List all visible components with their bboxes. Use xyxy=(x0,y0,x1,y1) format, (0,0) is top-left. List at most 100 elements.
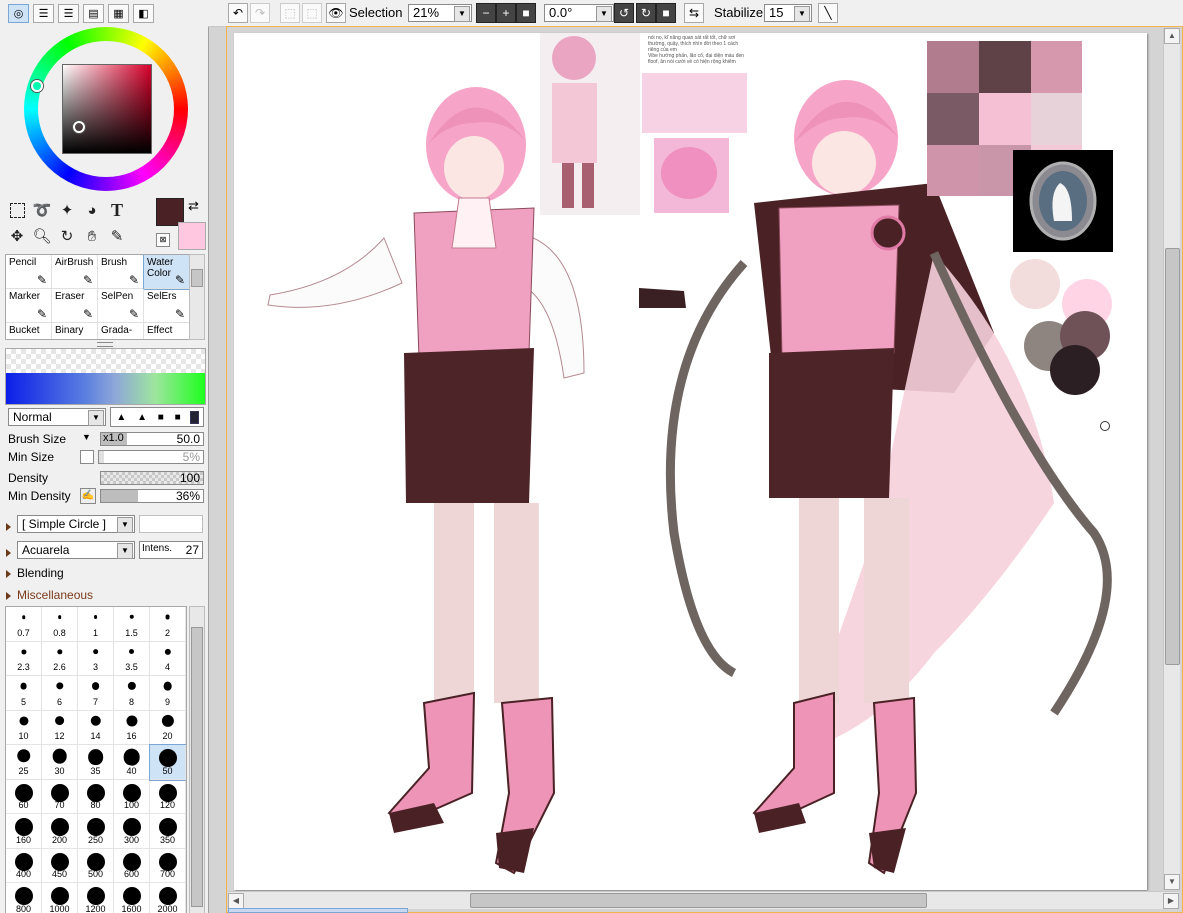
panel-resize-handle[interactable] xyxy=(97,342,113,347)
rotate-icon[interactable]: ↻ xyxy=(56,225,78,247)
eyedropper-icon[interactable]: ✎ xyxy=(106,225,128,247)
fill-select-icon[interactable]: ◕ xyxy=(81,199,103,221)
scroll-left-icon[interactable]: ◀ xyxy=(228,893,244,909)
brush-pencil[interactable]: Pencil ✎ xyxy=(6,255,52,289)
scratchpad-preview[interactable] xyxy=(5,348,206,405)
brush-size-option[interactable]: 16 xyxy=(114,710,150,745)
hue-knob[interactable] xyxy=(31,80,43,92)
texture-select[interactable]: Acuarela ▼ xyxy=(17,541,135,559)
rotation-select[interactable]: 0.0° ▼ xyxy=(544,4,614,22)
brush-shape-presets[interactable]: ▲ ▲ ■ ■ ■ xyxy=(110,407,204,427)
zoom-select[interactable]: 21% ▼ xyxy=(408,4,472,22)
brush-size-option[interactable]: 30 xyxy=(42,745,78,780)
brush-size-option[interactable]: 2.3 xyxy=(6,641,42,676)
rgb-slider-tab-icon[interactable]: ☰ xyxy=(33,4,54,23)
brush-size-option[interactable]: 14 xyxy=(78,710,114,745)
zoom-icon[interactable]: 🔍︎ xyxy=(31,225,53,247)
brush-size-option[interactable]: 1200 xyxy=(78,883,114,913)
text-icon[interactable]: T xyxy=(106,199,128,221)
brush-size-option[interactable]: 1000 xyxy=(42,883,78,913)
rect-select-icon[interactable] xyxy=(6,199,28,221)
vertical-scrollbar[interactable]: ▲ ▼ xyxy=(1163,28,1180,890)
user-color-tab-icon[interactable]: ▦ xyxy=(108,4,129,23)
brush-size-option[interactable]: 1600 xyxy=(114,883,150,913)
brush-size-option[interactable]: 70 xyxy=(42,779,78,814)
brush-binary[interactable]: Binary✎ xyxy=(52,323,98,339)
undo-icon[interactable]: ↶ xyxy=(228,3,248,23)
invert-selection-icon[interactable]: ⬚ xyxy=(302,3,322,23)
brush-size-option[interactable]: 10 xyxy=(6,710,42,745)
min-density-slider[interactable]: 36% xyxy=(100,489,204,503)
density-slider[interactable]: 100 xyxy=(100,471,204,485)
horizontal-scrollbar[interactable]: ◀ ▶ xyxy=(228,891,1179,909)
flip-horizontal-icon[interactable]: ⇆ xyxy=(684,3,704,23)
brush-size-option[interactable]: 2 xyxy=(150,607,186,642)
magic-wand-icon[interactable]: ✦ xyxy=(56,199,78,221)
brush-size-option[interactable]: 60 xyxy=(6,779,42,814)
brush-selers[interactable]: SelErs ✎ xyxy=(144,289,190,323)
min-size-pressure-toggle[interactable] xyxy=(80,450,94,464)
brush-size-option[interactable]: 80 xyxy=(78,779,114,814)
brush-size-option[interactable]: 4 xyxy=(150,641,186,676)
shape-preset-1-icon[interactable]: ▲ xyxy=(116,412,126,423)
swatch-tab-icon[interactable]: ▤ xyxy=(83,4,104,23)
background-color[interactable] xyxy=(178,222,206,250)
shape-expand-icon[interactable] xyxy=(6,522,11,531)
brush-size-option[interactable]: 20 xyxy=(150,710,186,745)
brush-size-option[interactable]: 25 xyxy=(6,745,42,780)
brush-size-option[interactable]: 1.5 xyxy=(114,607,150,642)
stabilizer-select[interactable]: 15 ▼ xyxy=(764,4,812,22)
scroll-down-icon[interactable]: ▼ xyxy=(1164,874,1180,890)
redo-icon[interactable]: ↷ xyxy=(250,3,270,23)
misc-section[interactable]: Miscellaneous xyxy=(6,588,93,602)
shape-intensity-field[interactable] xyxy=(139,515,203,533)
brush-size-option[interactable]: 700 xyxy=(150,848,186,883)
brush-water-color[interactable]: Water Color ✎ xyxy=(143,255,190,290)
brush-size-option[interactable]: 600 xyxy=(114,848,150,883)
brush-size-slider[interactable]: x1.0 50.0 xyxy=(100,432,204,446)
rotate-cw-icon[interactable]: ↻ xyxy=(636,3,656,23)
scroll-up-icon[interactable]: ▲ xyxy=(1164,28,1180,44)
brush-shape-select[interactable]: [ Simple Circle ] ▼ xyxy=(17,515,135,533)
blend-mode-select[interactable]: Normal ▼ xyxy=(8,408,106,426)
brush-size-option[interactable]: 0.8 xyxy=(42,607,78,642)
brush-brush[interactable]: Brush ✎ xyxy=(98,255,144,289)
zoom-reset-icon[interactable]: ■ xyxy=(516,3,536,23)
brush-size-option[interactable]: 300 xyxy=(114,814,150,849)
brush-eraser[interactable]: Eraser ✎ xyxy=(52,289,98,323)
blending-section[interactable]: Blending xyxy=(6,566,64,580)
brush-size-option[interactable]: 35 xyxy=(78,745,114,780)
texture-intensity-slider[interactable]: Intens. 27 xyxy=(139,541,203,559)
shape-preset-4-icon[interactable]: ■ xyxy=(175,412,181,423)
brush-marker[interactable]: Marker ✎ xyxy=(6,289,52,323)
document-tab[interactable] xyxy=(228,908,408,913)
brush-size-option[interactable]: 100 xyxy=(114,779,150,814)
shape-preset-3-icon[interactable]: ■ xyxy=(158,412,164,423)
swap-colors-icon[interactable]: ⇄ xyxy=(188,198,199,214)
vertical-scroll-thumb[interactable] xyxy=(1165,248,1180,665)
zoom-out-icon[interactable]: − xyxy=(476,3,496,23)
hand-icon[interactable]: ✋︎ xyxy=(81,225,103,247)
brush-size-option[interactable]: 5 xyxy=(6,676,42,711)
size-grid-scrollbar[interactable] xyxy=(189,606,205,913)
brush-bucket[interactable]: Bucket✎ xyxy=(6,323,52,339)
brush-size-option[interactable]: 350 xyxy=(150,814,186,849)
brush-grid-scrollbar[interactable] xyxy=(189,254,205,340)
brush-size-dropdown-icon[interactable]: ▼ xyxy=(82,432,91,442)
brush-size-option[interactable]: 6 xyxy=(42,676,78,711)
brush-selpen[interactable]: SelPen ✎ xyxy=(98,289,144,323)
brush-size-option[interactable]: 120 xyxy=(150,779,186,814)
sv-knob[interactable] xyxy=(73,121,85,133)
color-wheel-tab-icon[interactable]: ◎ xyxy=(8,4,29,23)
min-size-slider[interactable]: 5% xyxy=(98,450,204,464)
deselect-icon[interactable]: ⬚ xyxy=(280,3,300,23)
brush-size-option[interactable]: 400 xyxy=(6,848,42,883)
scratchpad-tab-icon[interactable]: ◧ xyxy=(133,4,154,23)
brush-size-option[interactable]: 2.6 xyxy=(42,641,78,676)
rotate-ccw-icon[interactable]: ↺ xyxy=(614,3,634,23)
shape-preset-2-icon[interactable]: ▲ xyxy=(137,412,147,423)
hsv-slider-tab-icon[interactable]: ☰ xyxy=(58,4,79,23)
canvas-paper[interactable]: nói nọ, kĩ năng quan sát rất tốt, chữ sơ… xyxy=(234,33,1147,890)
shape-preset-5-icon[interactable]: ■ xyxy=(190,410,199,424)
brush-size-option[interactable]: 3.5 xyxy=(114,641,150,676)
